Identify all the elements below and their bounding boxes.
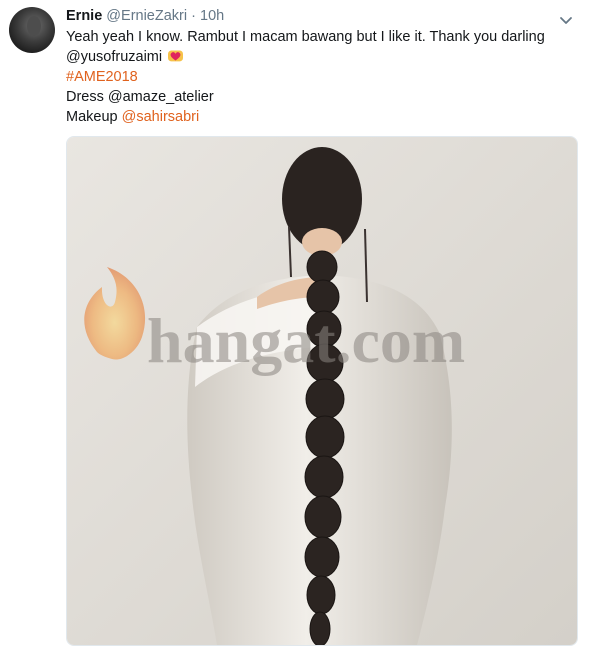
dress-credit: Dress @amaze_atelier xyxy=(66,89,214,105)
tweet-timestamp[interactable]: 10h xyxy=(200,8,224,24)
tweet-line-2: @yusofruzaimi xyxy=(66,47,581,67)
author-name[interactable]: Ernie xyxy=(66,8,102,24)
avatar-face xyxy=(27,16,41,36)
tweet-line-1: Yeah yeah I know. Rambut I macam bawang … xyxy=(66,29,545,45)
avatar[interactable] xyxy=(9,7,55,53)
tweet-photo[interactable]: hangat.com xyxy=(66,136,578,646)
header-separator: · xyxy=(191,8,196,24)
makeup-credit: Makeup @sahirsabri xyxy=(66,107,581,127)
photo-image: hangat.com xyxy=(67,137,577,645)
hashtag-ame2018[interactable]: #AME2018 xyxy=(66,67,581,87)
tweet-header: Ernie @ErnieZakri · 10h xyxy=(66,7,224,26)
heart-emoji-icon xyxy=(168,50,184,62)
author-handle[interactable]: @ErnieZakri xyxy=(106,8,187,24)
watermark-text: hangat.com xyxy=(147,305,465,376)
makeup-label: Makeup xyxy=(66,109,122,125)
mention-sahirsabri[interactable]: @sahirsabri xyxy=(122,109,200,125)
mention-yusofruzaimi[interactable]: @yusofruzaimi xyxy=(66,49,162,65)
tweet-text: Yeah yeah I know. Rambut I macam bawang … xyxy=(66,27,581,127)
